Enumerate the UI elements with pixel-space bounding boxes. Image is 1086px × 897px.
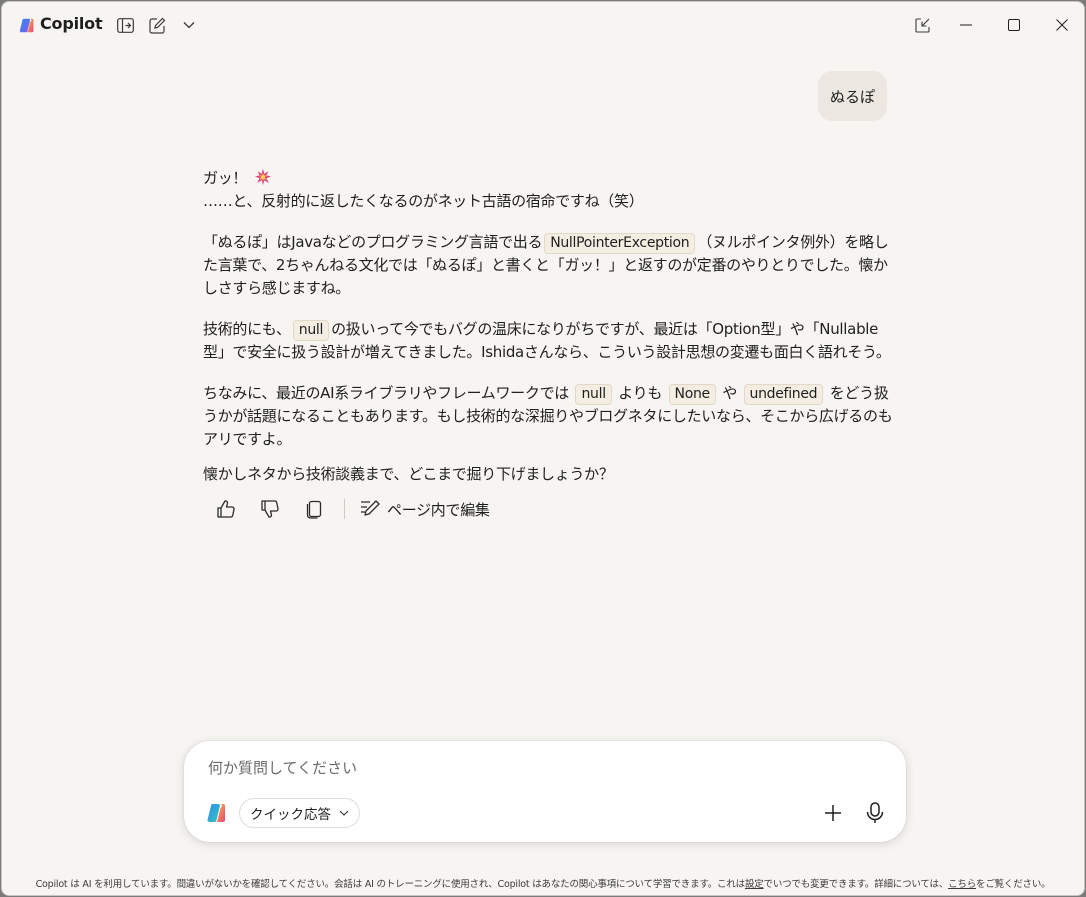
sidebar-toggle-icon[interactable]: [116, 16, 134, 34]
assistant-message: ガッ！ ……と、反射的に返したくなるのがネット古語の宿命ですね（笑） 「ぬるぽ」…: [203, 167, 893, 486]
collision-emoji-icon: [254, 168, 271, 186]
copilot-window: Copilot ぬるぽ ガッ！ ……と、反射的に返したくなるのがネット古語の宿命…: [1, 1, 1085, 896]
inline-code-nullpointerexception: NullPointerException: [544, 233, 696, 254]
title-bar: Copilot: [2, 2, 1084, 48]
message-actions: ページ内で編集: [210, 493, 490, 525]
edit-in-page-button[interactable]: ページ内で編集: [359, 493, 490, 525]
answer-p4-b: よりも: [618, 384, 663, 402]
microphone-button[interactable]: [863, 800, 887, 826]
plus-icon: [825, 805, 841, 821]
microphone-icon: [866, 802, 884, 823]
close-icon[interactable]: [1048, 13, 1076, 37]
answer-p3-before: 技術的にも、: [203, 320, 291, 338]
action-divider: [344, 499, 345, 519]
thumbs-down-icon: [261, 500, 279, 518]
answer-closing: 懐かしネタから技術談義まで、どこまで掘り下げましょうか？: [203, 465, 614, 483]
learn-more-link[interactable]: こちら: [948, 879, 976, 890]
quick-response-dropdown[interactable]: クイック応答: [239, 798, 360, 828]
quick-response-label: クイック応答: [250, 807, 331, 823]
answer-p4-c: や: [722, 384, 738, 402]
answer-line-2: ……と、反射的に返したくなるのがネット古語の宿命ですね（笑）: [203, 192, 644, 210]
footer-text-a: Copilot は AI を利用しています。間違いがないかを確認してください。会…: [35, 879, 746, 890]
answer-p2-before: 「ぬるぽ」はJavaなどのプログラミング言語で出る: [203, 233, 543, 251]
copy-button[interactable]: [298, 493, 330, 525]
settings-link[interactable]: 設定: [745, 879, 764, 890]
minimize-icon[interactable]: [952, 13, 980, 37]
copilot-logo: [19, 18, 34, 33]
popout-icon[interactable]: [908, 13, 936, 37]
maximize-icon[interactable]: [1000, 13, 1028, 37]
thumbs-up-icon: [217, 500, 235, 518]
footer-text-b: でいつでも変更できます。詳細については、: [763, 879, 949, 890]
answer-exclamation: ガッ！: [203, 169, 248, 187]
prompt-input[interactable]: [208, 755, 868, 781]
inline-code-none: None: [668, 384, 716, 405]
message-composer: クイック応答: [184, 741, 906, 842]
edit-pen-icon: [361, 500, 380, 516]
thumbs-down-button[interactable]: [254, 493, 286, 525]
copilot-mode-icon[interactable]: [205, 801, 229, 825]
inline-code-null-2: null: [575, 384, 612, 405]
user-message-text: ぬるぽ: [829, 87, 875, 106]
add-attachment-button[interactable]: [821, 801, 845, 825]
footer-disclaimer: Copilot は AI を利用しています。間違いがないかを確認してください。会…: [2, 876, 1084, 890]
chevron-down-icon: [339, 810, 349, 816]
thumbs-up-button[interactable]: [210, 493, 242, 525]
new-chat-icon[interactable]: [148, 16, 166, 34]
footer-text-c: をご覧ください。: [976, 879, 1051, 890]
user-message-bubble: ぬるぽ: [818, 71, 887, 121]
copy-icon: [306, 500, 322, 519]
inline-code-null: null: [292, 320, 330, 341]
inline-code-undefined: undefined: [743, 384, 824, 405]
answer-p4-a: ちなみに、最近のAI系ライブラリやフレームワークでは: [203, 384, 569, 402]
chevron-down-icon[interactable]: [180, 16, 198, 34]
edit-in-page-label: ページ内で編集: [387, 500, 490, 519]
app-title: Copilot: [40, 14, 103, 33]
